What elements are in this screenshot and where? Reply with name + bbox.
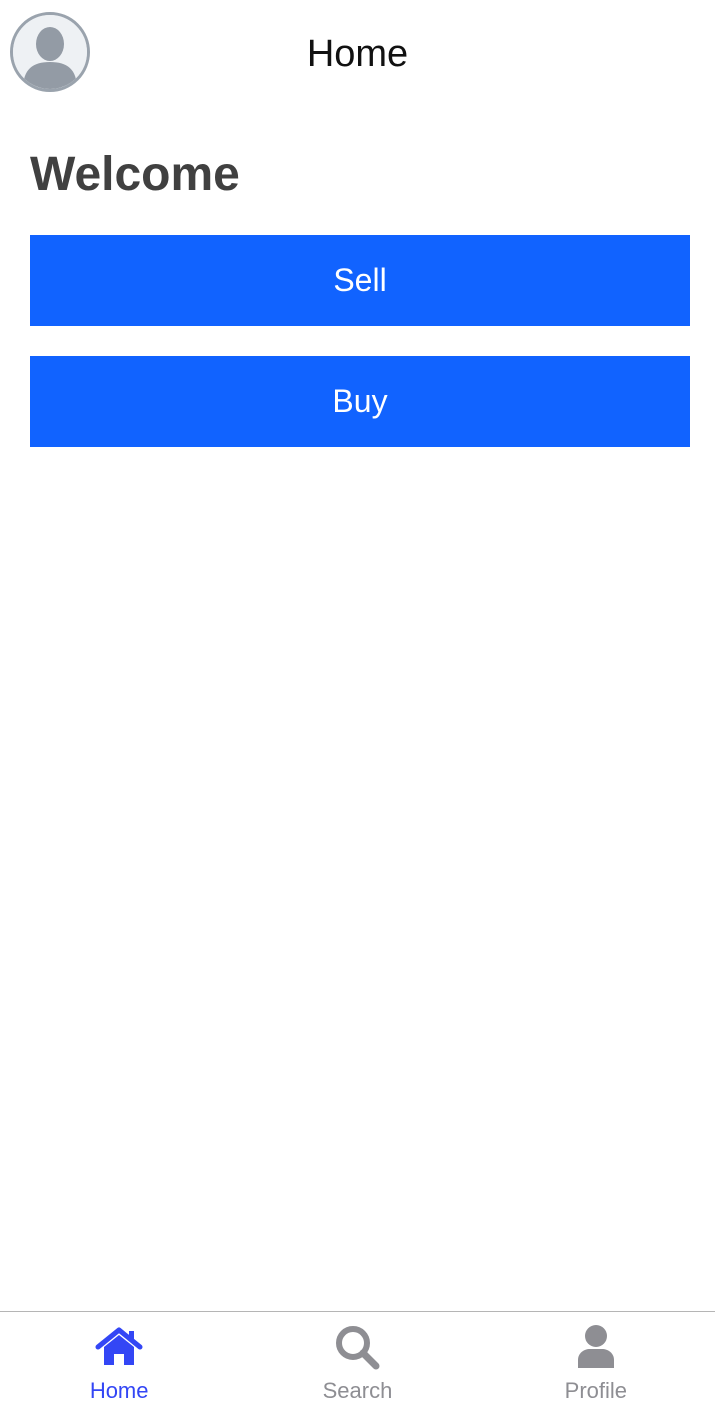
buy-button[interactable]: Buy <box>30 356 690 447</box>
tab-home-label: Home <box>89 1378 149 1403</box>
person-icon <box>571 1322 621 1372</box>
bottom-tab-bar: Home Search Profile <box>0 1311 715 1403</box>
tab-profile[interactable]: Profile <box>477 1312 715 1403</box>
tab-search-label: Search <box>322 1378 393 1403</box>
tab-search[interactable]: Search <box>238 1312 476 1403</box>
home-icon <box>94 1322 144 1372</box>
top-header: Home <box>0 0 715 108</box>
sell-button[interactable]: Sell <box>30 235 690 326</box>
tab-profile-label: Profile <box>564 1378 627 1403</box>
search-icon <box>332 1322 382 1372</box>
welcome-heading: Welcome <box>30 148 240 201</box>
page-title: Home <box>306 33 409 75</box>
tab-home[interactable]: Home <box>0 1312 238 1403</box>
